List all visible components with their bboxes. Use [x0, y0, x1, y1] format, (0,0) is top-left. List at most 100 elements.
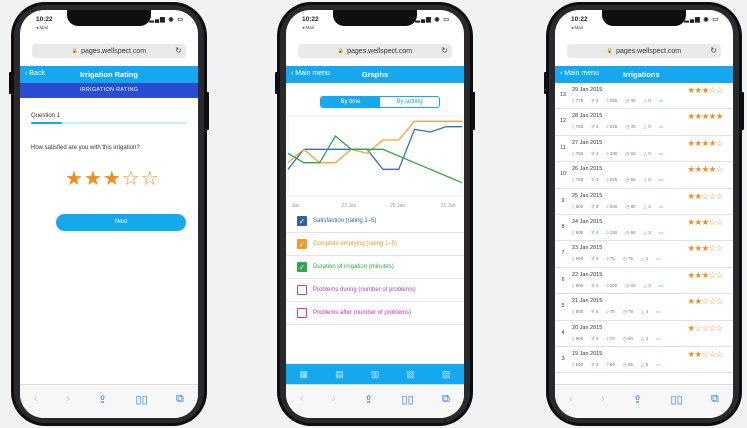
signal-wifi-battery-icon: ▂▄▆ ◉ ▭ — [684, 17, 719, 23]
safari-toolbar: ‹ › ⇪ ▯▯ ⧉ — [555, 384, 733, 418]
irrigation-rating-stars: ★★★★☆ — [687, 137, 723, 148]
phone-frame-rating: 10:22 ◂ Mail ▂▄▆ ◉ ▭ 🔒 pages.wellspect.c… — [9, 2, 209, 426]
bookmarks-icon[interactable]: ▯▯ — [136, 393, 148, 406]
irrigation-date: 22 Jan 2015 — [572, 271, 603, 278]
alert-icon: △ 0 — [643, 98, 651, 103]
forward-arrow-icon[interactable]: › — [601, 393, 605, 405]
share-icon[interactable]: ⇪ — [98, 393, 107, 406]
share-icon[interactable]: ⇪ — [364, 393, 373, 406]
star-empty-icon[interactable]: ☆ — [141, 169, 159, 189]
forward-arrow-icon[interactable]: › — [332, 393, 336, 405]
irrigation-stats: ▯ 750 ⚲ 4 ◊ 215 ◷ 45 △ 0 ▭ — [572, 124, 663, 130]
section-header: IRRIGATION RATING — [20, 83, 198, 98]
back-button[interactable]: ‹ Main menu — [560, 70, 599, 77]
tab-graph-icon[interactable]: ▥ — [371, 369, 380, 380]
irrigation-row[interactable]: 3 19 Jan 2015 ★★☆☆☆ ▯ 500 ⚲ 3 ◊ 60 ◷ 85 △ 5 ▭ — [555, 347, 733, 374]
irrigation-row[interactable]: 4 20 Jan 2015 ★☆☆☆☆ ▯ 800 ⚲ 4 ◊ 70 ◷ 60 △ 4 ▭ — [555, 321, 733, 347]
checkbox-checked-icon[interactable]: ✓ — [297, 216, 307, 226]
bookmarks-icon[interactable]: ▯▯ — [671, 393, 683, 406]
screen-graphs: 10:22 ◂ Mail ▂▄▆ ◉ ▭ 🔒 pages.wellspect.c… — [286, 10, 464, 418]
chart-plot-area — [287, 115, 463, 197]
x-tick-label: Jan — [291, 203, 299, 209]
irrigation-row[interactable]: 13 29 Jan 2015 ★★★☆☆ ▯ 775 ⚲ 3 ◊ 255 ◷ 40 △ 0 ▭ — [555, 83, 733, 110]
irrigation-row[interactable]: 5 21 Jan 2015 ★★☆☆☆ ▯ 800 ⚲ 5 ◊ 75 ◷ 75 △ 4 ▭ — [555, 294, 733, 321]
series-toggle-row[interactable]: Problems after (number of problems) — [286, 302, 464, 325]
star-rating[interactable]: ★ ★ ★ ☆ ☆ — [65, 169, 159, 189]
next-button[interactable]: Next — [56, 214, 186, 231]
signal-wifi-battery-icon: ▂▄▆ ◉ ▭ — [415, 17, 450, 23]
star-empty-icon[interactable]: ☆ — [122, 169, 140, 189]
question-text: How satisfied are you with this irrigati… — [31, 145, 140, 151]
alert-icon: △ 0 — [643, 177, 651, 183]
back-to-app-link[interactable]: ◂ Mail — [36, 25, 48, 31]
series-toggle-row[interactable]: Problems during (number of problems) — [286, 279, 464, 302]
tab-notes-icon[interactable]: ▨ — [442, 369, 451, 380]
alert-icon: △ 4 — [641, 335, 649, 341]
tabs-icon[interactable]: ⧉ — [176, 393, 184, 406]
tab-calendar-icon[interactable]: ▦ — [300, 369, 309, 380]
tabs-icon[interactable]: ⧉ — [711, 393, 719, 406]
x-tick-label: 21 Jan — [441, 203, 456, 209]
pressure-icon: ⚲ 4 — [591, 150, 599, 156]
url-bar[interactable]: 🔒 pages.wellspect.com ↻ — [567, 44, 721, 58]
series-toggle-row[interactable]: ✓ Duration of irrigation (minutes) — [286, 256, 464, 279]
irrigation-number: 3 — [561, 355, 565, 362]
temperature-icon: ◊ 100 — [606, 282, 618, 288]
checkbox-checked-icon[interactable]: ✓ — [297, 262, 307, 272]
bookmarks-icon[interactable]: ▯▯ — [402, 393, 414, 406]
checkbox-empty-icon[interactable] — [297, 285, 307, 295]
series-toggle-row[interactable]: ✓ Satisfaction (rating 1–5) — [286, 210, 464, 233]
note-icon: ▭ — [658, 98, 664, 103]
irrigation-date: 20 Jan 2015 — [572, 324, 603, 331]
checkbox-checked-icon[interactable]: ✓ — [297, 239, 307, 249]
duration-icon: ◷ 60 — [625, 282, 636, 288]
irrigation-number: 4 — [561, 329, 565, 336]
back-arrow-icon[interactable]: ‹ — [300, 393, 304, 405]
note-icon: ▭ — [656, 256, 661, 262]
duration-icon: ◷ 55 — [625, 177, 636, 183]
duration-icon: ◷ 40 — [625, 98, 636, 103]
back-arrow-icon[interactable]: ‹ — [569, 393, 573, 405]
tab-bars-icon[interactable]: ▧ — [406, 369, 415, 380]
volume-icon: ▯ 750 — [572, 124, 584, 130]
irrigation-row[interactable]: 6 22 Jan 2015 ★★★☆☆ ▯ 800 ⚲ 4 ◊ 100 ◷ 60 △ 3 ▭ — [555, 268, 733, 295]
graph-mode-segmented-control: By time By setting — [320, 96, 440, 108]
screen-rating: 10:22 ◂ Mail ▂▄▆ ◉ ▭ 🔒 pages.wellspect.c… — [20, 10, 198, 418]
duration-icon: ◷ 45 — [625, 124, 636, 130]
forward-arrow-icon[interactable]: › — [66, 393, 70, 405]
share-icon[interactable]: ⇪ — [633, 393, 642, 406]
url-bar[interactable]: 🔒 pages.wellspect.com ↻ — [32, 44, 186, 58]
star-filled-icon[interactable]: ★ — [84, 169, 102, 189]
back-to-app-link[interactable]: ◂ Mail — [302, 25, 314, 31]
series-toggle-row[interactable]: ✓ Complete emptying (rating 1–5) — [286, 233, 464, 256]
segment-by-time[interactable]: By time — [321, 97, 380, 107]
irrigation-number: 7 — [561, 250, 565, 257]
irrigation-row[interactable]: 12 28 Jan 2015 ★★★★★ ▯ 750 ⚲ 4 ◊ 215 ◷ 45 △ 0 ▭ — [555, 109, 733, 136]
volume-icon: ▯ 500 — [572, 361, 584, 367]
irrigation-rating-stars: ★★☆☆☆ — [687, 190, 723, 201]
irrigation-row[interactable]: 9 25 Jan 2015 ★★☆☆☆ ▯ 800 ⚲ 3 ◊ 200 ◷ 80 △ 4 ▭ — [555, 189, 733, 215]
notch — [602, 10, 686, 26]
irrigation-row[interactable]: 11 27 Jan 2015 ★★★★☆ ▯ 750 ⚲ 4 ◊ 235 ◷ 60 △ 0 ▭ — [555, 136, 733, 163]
pressure-icon: ⚲ 4 — [591, 229, 599, 235]
tab-list-icon[interactable]: ▤ — [335, 369, 344, 380]
note-icon: ▭ — [658, 203, 664, 209]
back-to-app-link[interactable]: ◂ Mail — [571, 25, 583, 31]
irrigation-row[interactable]: 8 24 Jan 2015 ★★★☆☆ ▯ 800 ⚲ 4 ◊ 150 ◷ 65 △ 3 ▭ — [555, 215, 733, 242]
reload-icon[interactable]: ↻ — [441, 46, 448, 55]
pressure-icon: ⚲ 5 — [591, 309, 599, 315]
url-bar[interactable]: 🔒 pages.wellspect.com ↻ — [298, 44, 452, 58]
irrigation-row[interactable]: 10 26 Jan 2015 ★★★★☆ ▯ 750 ⚲ 4 ◊ 225 ◷ 55 △ 0 ▭ — [555, 162, 733, 189]
volume-icon: ▯ 800 — [572, 282, 584, 288]
segment-by-setting[interactable]: By setting — [380, 97, 439, 107]
tabs-icon[interactable]: ⧉ — [442, 393, 450, 406]
star-filled-icon[interactable]: ★ — [103, 169, 121, 189]
reload-icon[interactable]: ↻ — [175, 46, 182, 55]
star-filled-icon[interactable]: ★ — [65, 169, 83, 189]
lock-icon: 🔒 — [606, 48, 614, 54]
lock-icon: 🔒 — [71, 48, 79, 54]
reload-icon[interactable]: ↻ — [710, 46, 717, 55]
back-arrow-icon[interactable]: ‹ — [34, 393, 38, 405]
irrigation-row[interactable]: 7 23 Jan 2015 ★★★☆☆ ▯ 600 ⚲ 4 ◊ 75 ◷ 75 △ 1 ▭ — [555, 241, 733, 268]
checkbox-empty-icon[interactable] — [297, 308, 307, 318]
